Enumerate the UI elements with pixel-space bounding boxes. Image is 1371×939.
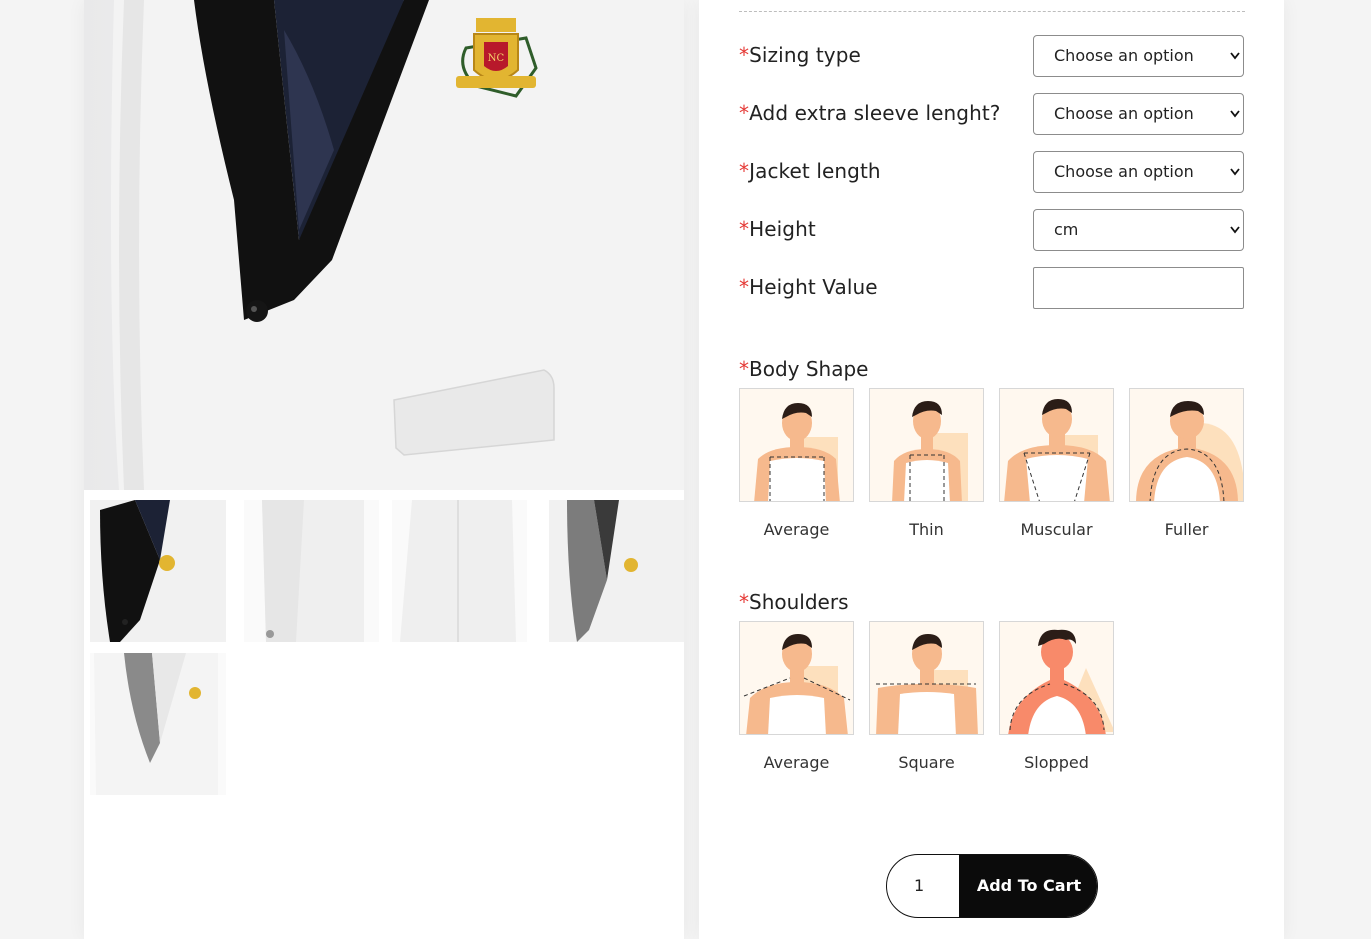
height-label: Height: [749, 217, 816, 241]
field-height-value: *Height Value: [739, 267, 1245, 311]
field-height: *Height cm: [739, 209, 1245, 253]
body-thin-icon: [892, 401, 968, 501]
selected-value: Choose an option: [1054, 162, 1194, 181]
add-to-cart-button[interactable]: Add To Cart: [959, 855, 1097, 917]
section-divider: [739, 11, 1245, 12]
field-sizing-type: *Sizing type Choose an option: [739, 35, 1245, 79]
body-shape-thin-label: Thin: [909, 520, 944, 539]
body-shape-option-thin[interactable]: [869, 388, 984, 502]
thumbnail-1[interactable]: [90, 500, 226, 642]
body-shape-option-muscular[interactable]: [999, 388, 1114, 502]
required-mark: *: [739, 43, 750, 67]
sizing-type-label: Sizing type: [749, 43, 861, 67]
field-label: *Sizing type: [739, 43, 861, 67]
chevron-down-icon: [1230, 52, 1240, 60]
height-value-input[interactable]: [1033, 267, 1244, 309]
sizing-type-select[interactable]: Choose an option: [1033, 35, 1244, 77]
extra-sleeve-length-select[interactable]: Choose an option: [1033, 93, 1244, 135]
shoulders-average-label: Average: [763, 753, 830, 772]
jacket-thumbnail-side: [244, 500, 379, 642]
required-mark: *: [739, 101, 750, 125]
body-shape-title: *Body Shape: [739, 357, 868, 381]
thumbnail-3[interactable]: [392, 500, 527, 642]
height-unit-select[interactable]: cm: [1033, 209, 1244, 251]
body-shape-average-label: Average: [763, 520, 830, 539]
body-shape-fuller-label: Fuller: [1164, 520, 1209, 539]
quantity-input[interactable]: 1: [887, 855, 960, 917]
required-mark: *: [739, 217, 750, 241]
height-value-label: Height Value: [749, 275, 878, 299]
product-gallery: NC: [84, 0, 684, 939]
jacket-thumbnail-front-grey: [549, 500, 684, 642]
shoulders-option-square[interactable]: [869, 621, 984, 735]
body-fuller-icon: [1136, 401, 1243, 501]
shoulders-option-average[interactable]: [739, 621, 854, 735]
required-mark: *: [739, 275, 750, 299]
required-mark: *: [739, 357, 749, 381]
selected-value: Choose an option: [1054, 104, 1194, 123]
jacket-thumbnail-front-black: [90, 500, 226, 642]
body-shape-muscular-label: Muscular: [1020, 520, 1093, 539]
chevron-down-icon: [1230, 226, 1240, 234]
selected-value: Choose an option: [1054, 46, 1194, 65]
shoulders-square-icon: [876, 634, 978, 734]
thumbnail-5[interactable]: [90, 653, 226, 795]
chevron-down-icon: [1230, 168, 1240, 176]
shoulders-option-slopped[interactable]: [999, 621, 1114, 735]
body-muscular-icon: [1004, 399, 1110, 501]
extra-sleeve-length-label: Add extra sleeve lenght?: [749, 101, 1001, 125]
field-label: *Height: [739, 217, 816, 241]
body-shape-label: Body Shape: [749, 357, 869, 381]
shoulders-slopped-label: Slopped: [1024, 753, 1089, 772]
chevron-down-icon: [1230, 110, 1240, 118]
field-label: *Jacket length: [739, 159, 881, 183]
thumbnail-2[interactable]: [244, 500, 379, 642]
field-label: *Add extra sleeve lenght?: [739, 101, 1001, 125]
field-label: *Height Value: [739, 275, 878, 299]
shoulders-label: Shoulders: [749, 590, 849, 614]
field-extra-sleeve-length: *Add extra sleeve lenght? Choose an opti…: [739, 93, 1245, 137]
field-jacket-length: *Jacket length Choose an option: [739, 151, 1245, 195]
body-shape-option-fuller[interactable]: [1129, 388, 1244, 502]
add-to-cart-group: 1 Add To Cart: [886, 854, 1098, 918]
product-options-panel: *Sizing type Choose an option *Add extra…: [699, 0, 1284, 939]
jacket-thumbnail-grey-open: [90, 653, 226, 795]
jacket-thumbnail-back: [392, 500, 527, 642]
shoulders-title: *Shoulders: [739, 590, 848, 614]
thumbnail-4[interactable]: [549, 500, 684, 642]
white-tuxedo-jacket-image: NC: [110, 0, 684, 490]
jacket-length-label: Jacket length: [749, 159, 881, 183]
selected-value: cm: [1054, 220, 1079, 239]
required-mark: *: [739, 159, 750, 183]
main-product-image[interactable]: NC: [84, 0, 684, 490]
shoulders-square-label: Square: [898, 753, 955, 772]
shoulders-average-icon: [743, 634, 851, 734]
jacket-length-select[interactable]: Choose an option: [1033, 151, 1244, 193]
body-average-icon: [754, 403, 840, 501]
svg-text:NC: NC: [488, 53, 505, 64]
body-shape-option-average[interactable]: [739, 388, 854, 502]
shoulders-slopped-icon: [1008, 629, 1113, 734]
required-mark: *: [739, 590, 749, 614]
